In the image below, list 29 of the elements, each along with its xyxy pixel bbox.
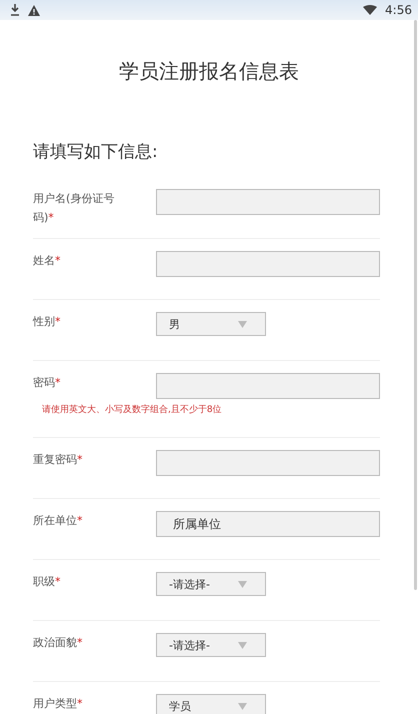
hint-text: 请使用英文大、小写及数字组合,且不少于8位	[42, 404, 223, 416]
field-label: 性别*	[33, 314, 62, 330]
caret-icon	[238, 702, 247, 710]
input-field[interactable]: 所属单位	[156, 511, 380, 537]
field-label: 姓名*	[33, 253, 62, 269]
dropdown[interactable]: 男	[156, 312, 266, 336]
warning-icon	[28, 4, 40, 16]
input-field[interactable]	[156, 373, 380, 399]
field-label: 用户名(身份证号码)*	[33, 191, 116, 226]
download-icon	[10, 4, 20, 16]
field-label: 重复密码*	[33, 452, 84, 468]
form-title: 学员注册报名信息表	[118, 58, 300, 85]
field-label: 职级*	[33, 574, 62, 590]
caret-icon	[238, 320, 247, 328]
field-label: 密码*	[33, 375, 62, 391]
input-field[interactable]	[156, 189, 380, 215]
input-field[interactable]	[156, 450, 380, 476]
dropdown[interactable]: -请选择-	[156, 633, 266, 657]
wifi-icon	[363, 5, 378, 15]
caret-icon	[238, 642, 247, 648]
field-label: 所在单位*	[33, 513, 84, 529]
dropdown[interactable]: -请选择-	[156, 572, 266, 596]
field-label: 用户类型*	[33, 696, 84, 712]
clock-time: 4:56	[385, 3, 412, 17]
field-label: 政治面貌*	[33, 635, 84, 651]
section-heading: 请填写如下信息:	[33, 141, 159, 163]
dropdown[interactable]: 学员	[156, 694, 266, 714]
caret-icon	[238, 580, 247, 588]
input-field[interactable]	[156, 251, 380, 277]
